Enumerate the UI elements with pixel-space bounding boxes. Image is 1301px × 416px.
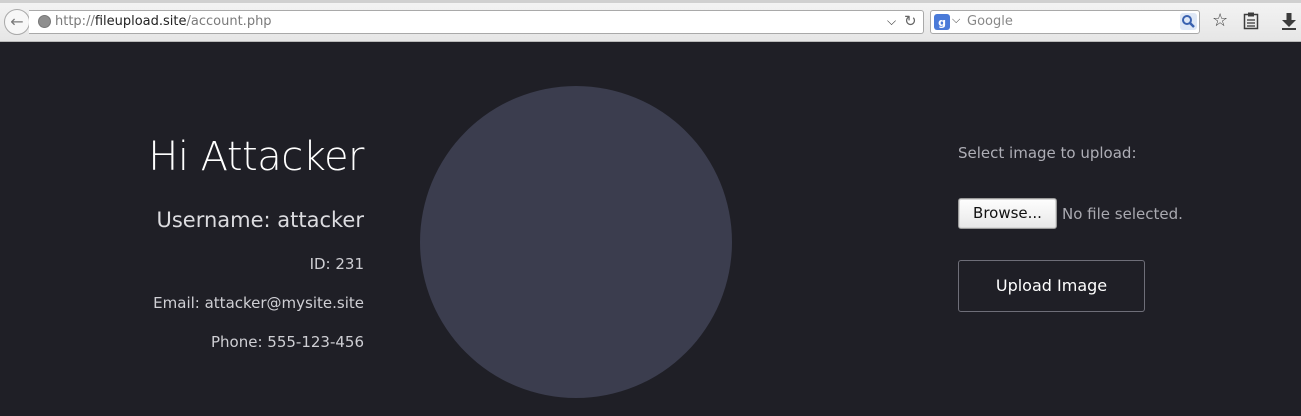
- search-input[interactable]: Google: [967, 14, 1013, 29]
- upload-label: Select image to upload:: [958, 144, 1137, 162]
- page-title: Hi Attacker: [148, 134, 364, 180]
- browser-toolbar: ← http://fileupload.site/account.php ⌵ ↻…: [0, 0, 1301, 42]
- search-bar[interactable]: g ⌵ Google: [930, 10, 1200, 34]
- email-text: Email: attacker@mysite.site: [153, 294, 364, 312]
- clipboard-icon[interactable]: [1243, 10, 1259, 32]
- url-host: fileupload.site: [94, 14, 187, 29]
- url-prefix: http://: [55, 14, 95, 29]
- phone-text: Phone: 555-123-456: [210, 333, 364, 351]
- engine-chevron-icon[interactable]: ⌵: [952, 13, 960, 27]
- chevron-down-icon[interactable]: ⌵: [887, 14, 896, 29]
- back-arrow-icon: ←: [10, 12, 24, 31]
- browse-button[interactable]: Browse...: [958, 198, 1057, 229]
- tab-strip-edge: [0, 0, 1301, 3]
- url-path: /account.php: [186, 14, 272, 29]
- reload-icon[interactable]: ↻: [904, 12, 917, 30]
- url-text[interactable]: http://fileupload.site/account.php: [55, 14, 272, 29]
- star-icon[interactable]: ☆: [1212, 10, 1228, 32]
- upload-image-button[interactable]: Upload Image: [958, 260, 1145, 312]
- username-text: Username: attacker: [156, 208, 364, 232]
- download-icon[interactable]: [1281, 10, 1297, 32]
- address-bar[interactable]: http://fileupload.site/account.php ⌵ ↻: [29, 10, 924, 34]
- back-button[interactable]: ←: [4, 9, 30, 35]
- google-icon[interactable]: g: [934, 14, 950, 30]
- user-id-text: ID: 231: [309, 255, 364, 273]
- globe-icon: [38, 15, 51, 28]
- avatar: [420, 86, 732, 398]
- search-icon[interactable]: [1180, 13, 1197, 30]
- file-status-text: No file selected.: [1062, 205, 1183, 223]
